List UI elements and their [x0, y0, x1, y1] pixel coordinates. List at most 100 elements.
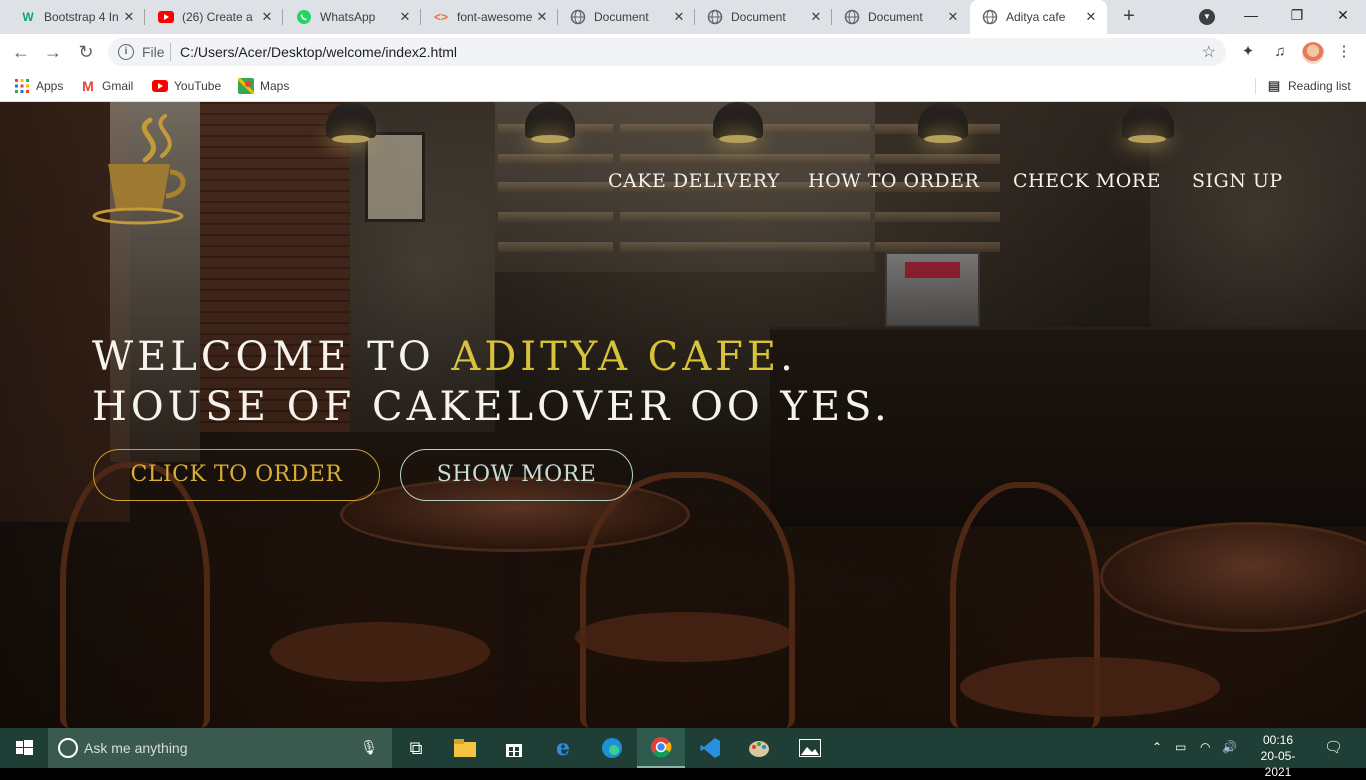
store-icon[interactable] — [490, 728, 538, 768]
chevron-up-icon[interactable]: ⌃ — [1152, 740, 1162, 754]
restore-button[interactable]: ❐ — [1274, 0, 1320, 30]
new-tab-button[interactable]: + — [1118, 5, 1140, 27]
globe-icon — [844, 9, 860, 25]
cafe-chair — [60, 462, 210, 728]
tab-title: Document — [868, 10, 923, 24]
close-icon[interactable]: ✕ — [534, 9, 550, 25]
hero-section: CAKE DELIVERY HOW TO ORDER CHECK MORE SI… — [0, 102, 1366, 728]
scheme-label: File — [142, 44, 165, 60]
forward-button[interactable]: → — [41, 40, 65, 64]
close-icon[interactable]: ✕ — [808, 9, 824, 25]
bookmark-label: Apps — [36, 79, 64, 93]
nav-cake-delivery[interactable]: CAKE DELIVERY — [608, 170, 780, 192]
task-view-icon[interactable]: ⧉ — [392, 728, 440, 768]
vscode-icon[interactable] — [686, 728, 734, 768]
whatsapp-icon — [296, 9, 312, 25]
close-icon[interactable]: ✕ — [397, 9, 413, 25]
tab-document-1[interactable]: Document ✕ — [558, 0, 695, 34]
bookmark-apps[interactable]: Apps — [14, 78, 63, 94]
nav-check-more[interactable]: CHECK MORE — [1013, 170, 1161, 192]
tab-aditya-cafe[interactable]: Aditya cafe ✕ — [970, 0, 1107, 34]
paint-icon[interactable] — [735, 728, 783, 768]
notifications-icon[interactable]: 🗨 — [1324, 738, 1343, 756]
globe-icon — [570, 9, 586, 25]
close-icon[interactable]: ✕ — [259, 9, 275, 25]
bookmarks-bar: Apps M Gmail YouTube Maps ▤ Reading list — [0, 70, 1366, 102]
microphone-icon[interactable]: 🎙 — [360, 739, 378, 756]
wifi-icon[interactable]: ◠ — [1200, 740, 1210, 754]
volume-icon[interactable]: 🔊 — [1222, 740, 1237, 754]
bookmark-label: Gmail — [102, 79, 134, 93]
close-icon[interactable]: ✕ — [121, 9, 137, 25]
tab-title: Aditya cafe — [1006, 10, 1066, 24]
system-clock[interactable]: 00:16 20-05-2021 — [1250, 732, 1306, 780]
reading-list-icon: ▤ — [1267, 78, 1281, 93]
hero-line-2: HOUSE OF CAKELOVER OO YES. — [92, 384, 891, 430]
bookmark-gmail[interactable]: M Gmail — [80, 78, 133, 94]
tab-title: font-awesome — [457, 10, 533, 24]
bookmark-maps[interactable]: Maps — [238, 78, 289, 94]
tab-title: Document — [731, 10, 786, 24]
close-icon[interactable]: ✕ — [671, 9, 687, 25]
code-icon: <> — [433, 10, 448, 24]
globe-icon — [707, 9, 723, 25]
bookmark-label: Maps — [260, 79, 290, 93]
nav-how-to-order[interactable]: HOW TO ORDER — [808, 170, 979, 192]
reading-list[interactable]: ▤ Reading list — [1266, 78, 1351, 94]
extensions-icon[interactable]: ✦ — [1238, 42, 1258, 62]
media-control-icon[interactable]: ♫ — [1270, 42, 1290, 62]
close-icon[interactable]: ✕ — [1083, 9, 1099, 25]
gmail-icon: M — [82, 78, 94, 94]
w3schools-icon: W — [22, 10, 34, 24]
tab-document-3[interactable]: Document ✕ — [832, 0, 969, 34]
click-to-order-button[interactable]: CLICK TO ORDER — [93, 449, 380, 501]
back-button[interactable]: ← — [9, 40, 33, 64]
profile-avatar[interactable] — [1302, 42, 1324, 64]
hero-heading: WELCOME TO ADITYA CAFE. HOUSE OF CAKELOV… — [92, 332, 891, 432]
cafe-chair — [580, 472, 795, 728]
bookmark-youtube[interactable]: YouTube — [152, 78, 221, 94]
nav-sign-up[interactable]: SIGN UP — [1192, 170, 1283, 192]
tab-document-2[interactable]: Document ✕ — [695, 0, 832, 34]
tab-bootstrap[interactable]: W Bootstrap 4 In ✕ — [8, 0, 145, 34]
menu-dots-icon[interactable]: ⋮ — [1334, 42, 1354, 62]
tab-title: (26) Create a — [182, 10, 253, 24]
tab-title: WhatsApp — [320, 10, 376, 24]
maps-icon — [238, 78, 254, 94]
tab-title: Bootstrap 4 In — [44, 10, 119, 24]
url-text[interactable]: C:/Users/Acer/Desktop/welcome/index2.htm… — [180, 44, 457, 60]
clock-date: 20-05-2021 — [1260, 749, 1296, 779]
youtube-icon — [152, 78, 168, 94]
taskbar: Ask me anything 🎙 ⧉ e ⌃ ▭ ◠ 🔊 00:16 20-0… — [0, 728, 1366, 779]
bookmark-star-icon[interactable]: ☆ — [1202, 42, 1216, 62]
start-button[interactable] — [0, 728, 48, 768]
search-placeholder: Ask me anything — [84, 740, 188, 756]
apps-grid-icon — [14, 78, 30, 94]
close-window-button[interactable]: ✕ — [1320, 0, 1366, 30]
reload-button[interactable]: ↻ — [74, 40, 98, 64]
show-more-button[interactable]: SHOW MORE — [400, 449, 633, 501]
tab-title: Document — [594, 10, 649, 24]
battery-icon[interactable]: ▭ — [1175, 740, 1186, 754]
chrome-icon[interactable] — [637, 728, 685, 768]
tab-whatsapp[interactable]: WhatsApp ✕ — [284, 0, 421, 34]
minimize-button[interactable]: — — [1228, 0, 1274, 30]
bookmark-label: YouTube — [174, 79, 222, 93]
close-icon[interactable]: ✕ — [945, 9, 961, 25]
photos-icon[interactable] — [786, 728, 834, 768]
file-explorer-icon[interactable] — [441, 728, 489, 768]
coffee-cup-logo-icon — [92, 114, 186, 225]
internet-explorer-icon[interactable]: e — [539, 728, 587, 768]
tab-font-awesome[interactable]: <> font-awesome ✕ — [421, 0, 558, 34]
taskbar-search[interactable]: Ask me anything 🎙 — [48, 728, 392, 768]
edge-icon[interactable] — [588, 728, 636, 768]
windows-logo-icon — [16, 740, 33, 755]
clock-time: 00:16 — [1262, 733, 1294, 747]
reading-list-label: Reading list — [1288, 79, 1351, 93]
address-bar[interactable]: i File C:/Users/Acer/Desktop/welcome/ind… — [108, 38, 1226, 66]
tab-search-icon[interactable]: ▼ — [1199, 9, 1215, 25]
tab-youtube[interactable]: (26) Create a ✕ — [146, 0, 283, 34]
browser-toolbar: ← → ↻ i File C:/Users/Acer/Desktop/welco… — [0, 34, 1366, 70]
info-icon[interactable]: i — [118, 44, 134, 60]
cortana-icon — [58, 738, 78, 758]
